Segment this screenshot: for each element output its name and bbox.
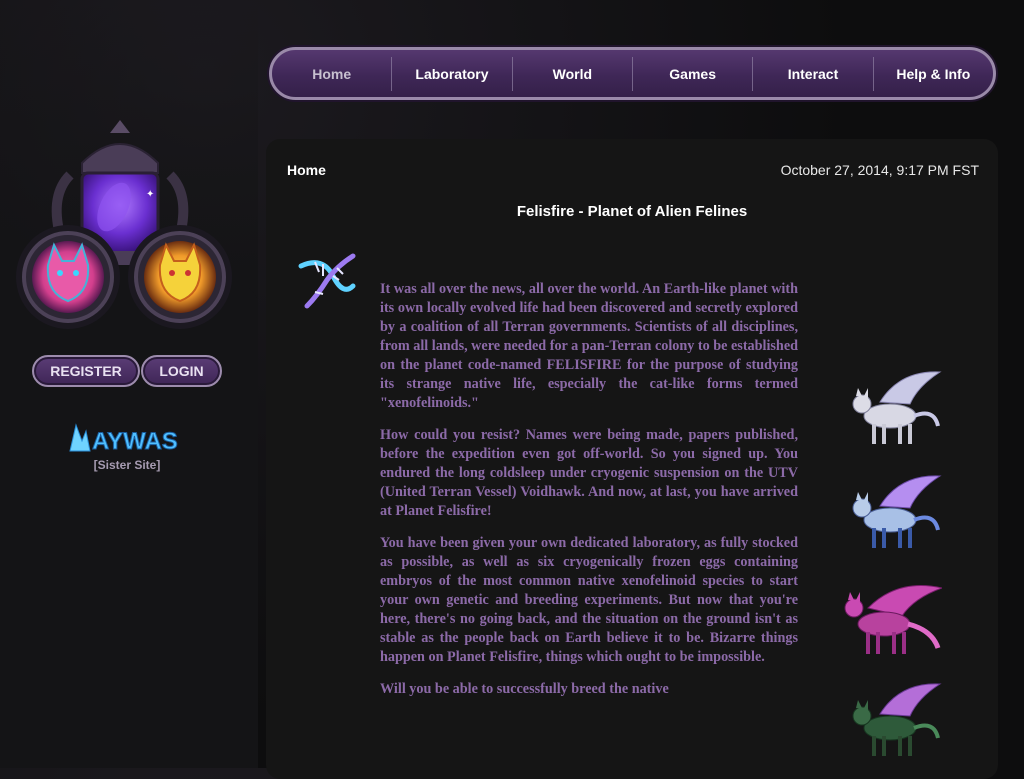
- nav-laboratory[interactable]: Laboratory: [392, 50, 511, 97]
- main-nav: Home Laboratory World Games Interact Hel…: [269, 47, 996, 100]
- intro-paragraph: You have been given your own dedicated l…: [380, 535, 798, 665]
- winged-cat-silver-icon: [852, 371, 942, 444]
- intro-paragraph: Will you be able to successfully breed t…: [380, 681, 669, 697]
- register-button[interactable]: REGISTER: [32, 355, 140, 387]
- nav-interact[interactable]: Interact: [753, 50, 872, 97]
- nav-help-info[interactable]: Help & Info: [874, 50, 993, 97]
- intro-text: It was all over the news, all over the w…: [380, 280, 798, 712]
- aywas-logo-text: AYWAS: [92, 428, 178, 455]
- nav-home[interactable]: Home: [272, 50, 391, 97]
- server-datetime: October 27, 2014, 9:17 PM FST: [780, 162, 979, 178]
- intro-paragraph: How could you resist? Names were being m…: [380, 427, 798, 519]
- aywas-logo[interactable]: AYWAS: [62, 421, 192, 457]
- nav-world[interactable]: World: [513, 50, 632, 97]
- felisfire-logo-icon[interactable]: ✦: [10, 115, 250, 335]
- intro-paragraph: It was all over the news, all over the w…: [380, 281, 799, 411]
- winged-cat-blue-icon: [852, 475, 942, 548]
- login-button[interactable]: LOGIN: [141, 355, 222, 387]
- svg-text:✦: ✦: [146, 189, 154, 200]
- dna-helix-icon: [298, 253, 356, 309]
- breadcrumb: Home: [287, 162, 326, 178]
- sister-site-caption[interactable]: [Sister Site]: [62, 458, 192, 472]
- winged-cat-green-icon: [852, 683, 942, 756]
- winged-cat-magenta-icon: [844, 585, 942, 654]
- nav-games[interactable]: Games: [633, 50, 752, 97]
- page-title: Felisfire - Planet of Alien Felines: [516, 203, 748, 220]
